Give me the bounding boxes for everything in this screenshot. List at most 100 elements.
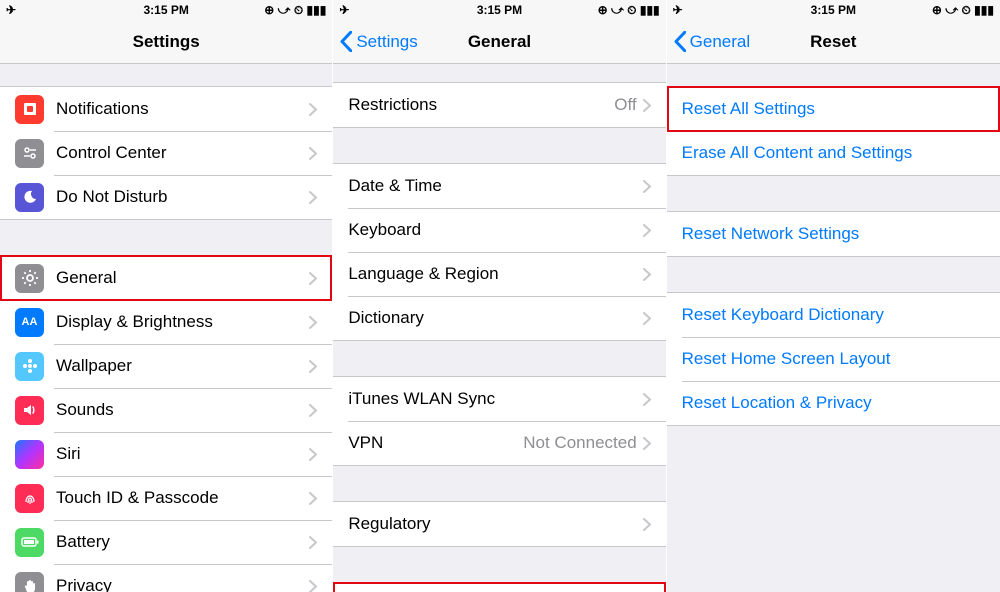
wallpaper-icon (15, 352, 44, 381)
row-reset-network[interactable]: Reset Network Settings (667, 212, 1000, 256)
chevron-right-icon (309, 580, 317, 592)
row-language[interactable]: Language & Region (333, 252, 665, 296)
row-label: Battery (56, 532, 309, 552)
row-label: Dictionary (348, 308, 642, 328)
row-label: Notifications (56, 99, 309, 119)
row-privacy[interactable]: Privacy (0, 564, 332, 592)
notifications-icon (15, 95, 44, 124)
back-button[interactable]: Settings (339, 20, 417, 63)
airplane-icon: ✈︎ (673, 3, 683, 17)
row-label: Reset Home Screen Layout (682, 349, 985, 369)
row-siri[interactable]: Siri (0, 432, 332, 476)
privacy-icon (15, 572, 44, 592)
panel-settings: ✈︎ 3:15 PM ⊕ ⤻ ⏲ ▮▮▮ Settings Notificati… (0, 0, 333, 592)
chevron-right-icon (643, 518, 651, 531)
row-label: Language & Region (348, 264, 642, 284)
row-label: Siri (56, 444, 309, 464)
row-label: VPN (348, 433, 523, 453)
row-detail: Not Connected (523, 433, 636, 453)
row-reset-location[interactable]: Reset Location & Privacy (667, 381, 1000, 425)
chevron-right-icon (309, 103, 317, 116)
battery-icon (15, 528, 44, 557)
general-icon (15, 264, 44, 293)
chevron-right-icon (309, 316, 317, 329)
row-control-center[interactable]: Control Center (0, 131, 332, 175)
panel-reset: ✈︎ 3:15 PM ⊕ ⤻ ⏲ ▮▮▮ General Reset Reset… (667, 0, 1000, 592)
status-bar: ✈︎ 3:15 PM ⊕ ⤻ ⏲ ▮▮▮ (667, 0, 1000, 20)
panel-general: ✈︎ 3:15 PM ⊕ ⤻ ⏲ ▮▮▮ Settings General Re… (333, 0, 666, 592)
navbar-general: Settings General (333, 20, 665, 64)
chevron-right-icon (309, 147, 317, 160)
display-icon: AA (15, 308, 44, 337)
row-battery[interactable]: Battery (0, 520, 332, 564)
chevron-right-icon (643, 312, 651, 325)
chevron-right-icon (643, 437, 651, 450)
airplane-icon: ✈︎ (339, 3, 349, 17)
row-label: Date & Time (348, 176, 642, 196)
page-title: General (468, 32, 531, 52)
row-detail: Off (614, 95, 636, 115)
page-title: Settings (133, 32, 200, 52)
row-notifications[interactable]: Notifications (0, 87, 332, 131)
navbar-reset: General Reset (667, 20, 1000, 64)
sounds-icon (15, 396, 44, 425)
highlight-box (333, 582, 665, 592)
row-label: Wallpaper (56, 356, 309, 376)
chevron-right-icon (309, 191, 317, 204)
chevron-right-icon (643, 393, 651, 406)
back-label: General (690, 32, 750, 52)
row-sounds[interactable]: Sounds (0, 388, 332, 432)
row-label: Sounds (56, 400, 309, 420)
row-label: Reset Network Settings (682, 224, 985, 244)
airplane-icon: ✈︎ (6, 3, 16, 17)
group-spacer (0, 64, 332, 86)
status-bar: ✈︎ 3:15 PM ⊕ ⤻ ⏲ ▮▮▮ (333, 0, 665, 20)
row-label: Reset Location & Privacy (682, 393, 985, 413)
row-label: Display & Brightness (56, 312, 309, 332)
row-label: Regulatory (348, 514, 642, 534)
row-dnd[interactable]: Do Not Disturb (0, 175, 332, 219)
back-button[interactable]: General (673, 20, 750, 63)
back-label: Settings (356, 32, 417, 52)
navbar-settings: Settings (0, 20, 332, 64)
content-settings: Notifications Control Center Do Not Distur… (0, 64, 332, 592)
row-reset-all[interactable]: Reset All Settings (667, 87, 1000, 131)
status-indicators: ⊕ ⤻ ⏲ ▮▮▮ (264, 3, 326, 18)
group-spacer (0, 220, 332, 255)
chevron-right-icon (643, 99, 651, 112)
chevron-right-icon (309, 448, 317, 461)
row-dictionary[interactable]: Dictionary (333, 296, 665, 340)
row-restrictions[interactable]: RestrictionsOff (333, 83, 665, 127)
row-regulatory[interactable]: Regulatory (333, 502, 665, 546)
row-label: Privacy (56, 576, 309, 592)
siri-icon (15, 440, 44, 469)
chevron-right-icon (643, 180, 651, 193)
row-itunes-wlan[interactable]: iTunes WLAN Sync (333, 377, 665, 421)
row-reset-keyboard[interactable]: Reset Keyboard Dictionary (667, 293, 1000, 337)
group-spacer (667, 257, 1000, 292)
row-wallpaper[interactable]: Wallpaper (0, 344, 332, 388)
row-reset[interactable]: Reset (333, 583, 665, 592)
row-label: Restrictions (348, 95, 614, 115)
row-reset-home[interactable]: Reset Home Screen Layout (667, 337, 1000, 381)
chevron-right-icon (309, 536, 317, 549)
chevron-right-icon (309, 492, 317, 505)
group-spacer (333, 128, 665, 163)
row-keyboard[interactable]: Keyboard (333, 208, 665, 252)
row-label: Erase All Content and Settings (682, 143, 985, 163)
row-display[interactable]: AA Display & Brightness (0, 300, 332, 344)
row-label: General (56, 268, 309, 288)
row-label: Control Center (56, 143, 309, 163)
page-title: Reset (810, 32, 856, 52)
row-general[interactable]: General (0, 256, 332, 300)
chevron-right-icon (309, 404, 317, 417)
chevron-right-icon (309, 360, 317, 373)
row-touchid[interactable]: Touch ID & Passcode (0, 476, 332, 520)
row-erase-all[interactable]: Erase All Content and Settings (667, 131, 1000, 175)
chevron-left-icon (339, 31, 352, 52)
row-datetime[interactable]: Date & Time (333, 164, 665, 208)
chevron-right-icon (309, 272, 317, 285)
three-panels: ✈︎ 3:15 PM ⊕ ⤻ ⏲ ▮▮▮ Settings Notificati… (0, 0, 1000, 592)
row-label: Touch ID & Passcode (56, 488, 309, 508)
row-vpn[interactable]: VPNNot Connected (333, 421, 665, 465)
